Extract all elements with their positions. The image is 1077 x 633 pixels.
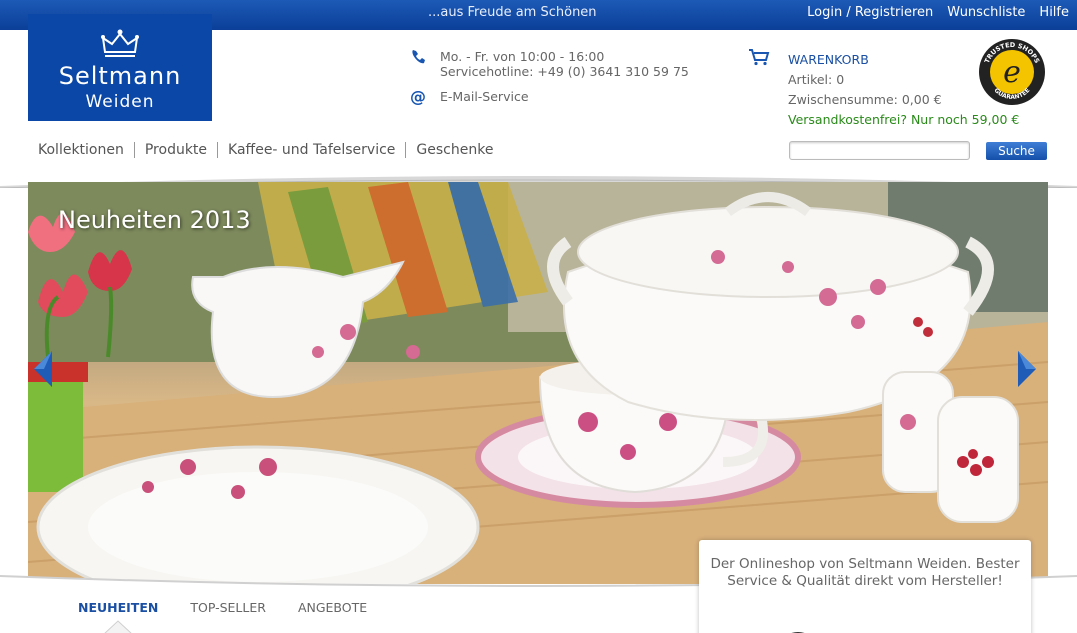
login-register-link[interactable]: Login / Registrieren (807, 5, 933, 20)
crown-icon (101, 29, 139, 57)
slider-next-arrow-icon[interactable] (1016, 349, 1038, 389)
svg-text:e: e (1003, 55, 1021, 90)
logo-brand: Seltmann (58, 62, 182, 90)
main-nav: Kollektionen Produkte Kaffee- und Tafels… (38, 142, 503, 158)
search-input[interactable] (789, 141, 970, 160)
tab-top-seller[interactable]: TOP-SELLER (190, 600, 266, 615)
hero-slider[interactable]: Neuheiten 2013 (28, 182, 1048, 584)
logo-sub: Weiden (85, 92, 155, 112)
seltmann-logo[interactable]: Seltmann Weiden (28, 14, 212, 121)
tab-angebote[interactable]: ANGEBOTE (298, 600, 367, 615)
phone-icon (412, 50, 425, 64)
search-button[interactable]: Suche (986, 142, 1047, 160)
nav-produkte[interactable]: Produkte (133, 142, 217, 158)
slider-prev-arrow-icon[interactable] (32, 349, 54, 389)
wishlist-link[interactable]: Wunschliste (947, 5, 1025, 20)
tab-neuheiten[interactable]: NEUHEITEN (78, 600, 158, 615)
trusted-shops-badge[interactable]: e TRUSTED SHOPS GUARANTEE (978, 38, 1046, 106)
nav-kollektionen[interactable]: Kollektionen (38, 142, 134, 158)
cart-icon[interactable] (748, 48, 770, 66)
nav-geschenke[interactable]: Geschenke (405, 142, 503, 158)
service-hotline: Servicehotline: +49 (0) 3641 310 59 75 (440, 64, 689, 79)
opening-hours: Mo. - Fr. von 10:00 - 16:00 (440, 49, 605, 64)
hero-title: Neuheiten 2013 (58, 206, 251, 234)
active-tab-pointer-icon (104, 620, 132, 633)
nav-kaffee-tafelservice[interactable]: Kaffee- und Tafelservice (217, 142, 405, 158)
top-links: Login / Registrieren Wunschliste Hilfe (807, 5, 1069, 20)
cart-title[interactable]: WARENKORB (788, 52, 869, 67)
promo-box: Der Onlineshop von Seltmann Weiden. Best… (699, 540, 1031, 633)
free-shipping-note: Versandkostenfrei? Nur noch 59,00 € (788, 112, 1020, 127)
seal-icon (791, 632, 805, 633)
email-service-link[interactable]: E-Mail-Service (440, 89, 529, 104)
cart-items: Artikel: 0 (788, 72, 845, 87)
hero-image (28, 182, 1048, 584)
cart-subtotal: Zwischensumme: 0,00 € (788, 92, 942, 107)
promo-text: Der Onlineshop von Seltmann Weiden. Best… (710, 556, 1020, 589)
help-link[interactable]: Hilfe (1039, 5, 1069, 20)
product-tabs: NEUHEITEN TOP-SELLER ANGEBOTE (78, 600, 399, 615)
tagline: ...aus Freude am Schönen (428, 5, 597, 20)
at-icon: @ (410, 87, 426, 106)
